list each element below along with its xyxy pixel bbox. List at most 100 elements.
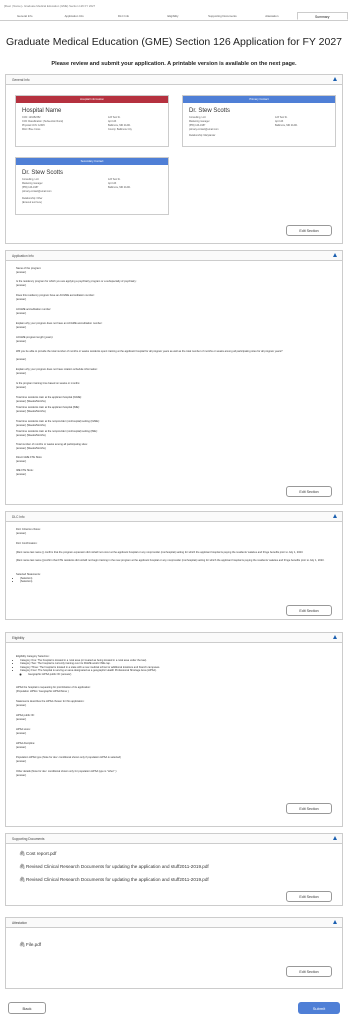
collapse-caret-icon[interactable] [333,920,337,924]
section-header[interactable]: Application Info [6,251,342,261]
contact-name: Dr. Stew Scotts [189,108,231,114]
category-sub-list: Geographic HPSA public ID: {answer} [28,673,71,676]
card-detail: primary.contact@email.com [22,190,52,193]
contact-name: Dr. Stew Scotts [22,170,64,176]
selected-statements-list: {Selection} {Selection} [20,577,32,584]
section-header[interactable]: DLC Info [6,512,342,522]
question: Explain why your program does not have a… [16,322,103,325]
answer: {answer} {Weeks/Months} [16,424,46,427]
card-detail: Baltimore, MD 21201 [108,186,131,189]
answer: {answer} [16,326,27,329]
edit-section-button[interactable]: Edit Section [286,486,332,497]
document-link[interactable]: Cost report.pdf [26,851,56,856]
tab-bar: General Info Application Info DLC Info E… [0,12,348,21]
back-button[interactable]: Back [8,1002,46,1014]
card-detail: MAC: Blue Cross [22,128,41,131]
paperclip-icon: 🖇 [19,942,26,948]
question: Direct GME FTE Slots: [16,456,43,459]
tab-eligibility[interactable]: Eligibility [148,12,197,20]
question: Selected Statements: [16,573,41,576]
question: HPSA discipline: [16,742,36,745]
card-detail: Marketing manager [189,120,210,123]
page-subtitle: Please review and submit your applicatio… [51,61,297,67]
paperclip-icon: 🖇 [19,864,26,870]
edit-section-button[interactable]: Edit Section [286,966,332,977]
card-detail: CCN Classification: (Subsection Rural) [22,120,64,123]
card-detail: Baltimore, MD 21201 [275,124,298,127]
edit-section-button[interactable]: Edit Section [286,891,332,902]
collapse-caret-icon[interactable] [333,836,337,840]
question: ACGME accreditation number: [16,308,52,311]
tab-attestation[interactable]: Attestation [247,12,296,20]
question: HPSA score: [16,728,31,731]
card-detail: Consulting, LLC [22,178,40,181]
section-header[interactable]: Supporting Documents [6,834,342,844]
section-header[interactable]: Attestation [6,918,342,928]
hospital-card: Hospital Information Hospital Name CCN: … [15,95,169,147]
edit-section-button[interactable]: Edit Section [286,605,332,616]
card-detail: County: Baltimore City [108,128,132,131]
tab-summary[interactable]: Summary [296,12,348,20]
question: DLC Confirmation: [16,542,38,545]
answer: {answer} [16,340,27,343]
card-detail: Apt 123 [108,120,117,123]
answer: {answer} {Weeks/Months} [16,400,46,403]
answer: {answer} [16,271,27,274]
edit-section-button[interactable]: Edit Section [286,225,332,236]
document-link[interactable]: File.pdf [26,942,41,947]
tab-application-info[interactable]: Application Info [49,12,98,20]
list-item: Geographic HPSA public ID: {answer} [28,673,71,676]
confirmation-statement: {Rent name last name }}confirm that FTE … [16,559,325,562]
card-detail: Physical CCN: 12345 [22,124,45,127]
question: IME FTE Slots: [16,469,34,472]
answer: {answer} [16,284,27,287]
page-title: Graduate Medical Education (GME) Section… [6,36,342,48]
general-info-section: General Info Hospital Information Hospit… [5,74,343,244]
card-detail: 123 Test St. [108,116,121,119]
section-title: Supporting Documents [12,837,45,841]
tab-dlc-info[interactable]: DLC Info [99,12,148,20]
section-header[interactable]: General Info [6,75,342,85]
collapse-caret-icon[interactable] [333,77,337,81]
question: Population HPSA type (Note for dev: cond… [16,756,121,759]
edit-section-button[interactable]: Edit Section [286,803,332,814]
answer: {answer} [16,718,27,721]
section-header[interactable]: Eligibility [6,633,342,643]
answer: {answer} [16,760,27,763]
question: Is the residency program for which you a… [16,280,137,283]
answer: {answer} [16,358,27,361]
card-detail: (555) 123-1987 [189,124,206,127]
answer: {answer} [16,298,27,301]
document-link[interactable]: Revised Clinical Research Documents for … [26,864,209,869]
card-detail: 123 Test St. [275,116,288,119]
answer: {answer} [16,460,27,463]
category-list: Category One: The hospital is located in… [20,659,332,673]
relationship-note: (Entered text here) [22,201,42,204]
answer: {answer} [16,532,27,535]
question: Total time residents train at the applic… [16,396,82,399]
answer: {answer} [16,372,27,375]
card-detail: Marketing manager [22,182,43,185]
section-title: Attestation [12,921,28,925]
question: Will you be able to provide the total nu… [16,350,283,353]
answer: {answer} [16,746,27,749]
question: Other details (Note for dev: conditional… [16,770,118,773]
breadcrumb: [Fleet | Name] › Graduate Medical Educat… [4,4,96,8]
document-link[interactable]: Revised Clinical Research Documents for … [26,877,209,882]
eligibility-section: Eligibility Eligibility Category Selecti… [5,632,343,827]
primary-contact-card: Primary Contact Dr. Stew Scotts Consulti… [182,95,336,147]
section-title: DLC Info [12,515,25,519]
submit-button[interactable]: Submit [298,1002,340,1014]
tab-general-info[interactable]: General Info [0,12,49,20]
application-info-section: Application Info Name of the program: {a… [5,250,343,505]
card-detail: CCN: 123452352 [22,116,41,119]
card-detail: Baltimore, MD 21201 [108,124,131,127]
supporting-documents-section: Supporting Documents 🖇 Cost report.pdf 🖇… [5,833,343,906]
section-title: General Info [12,78,30,82]
collapse-caret-icon[interactable] [333,514,337,518]
tab-supporting-documents[interactable]: Supporting Documents [198,12,247,20]
collapse-caret-icon[interactable] [333,635,337,639]
confirmation-statement: {Rent name last name }} confirm that the… [16,551,304,554]
answer: {answer} {Weeks/Months} [16,410,46,413]
collapse-caret-icon[interactable] [333,253,337,257]
